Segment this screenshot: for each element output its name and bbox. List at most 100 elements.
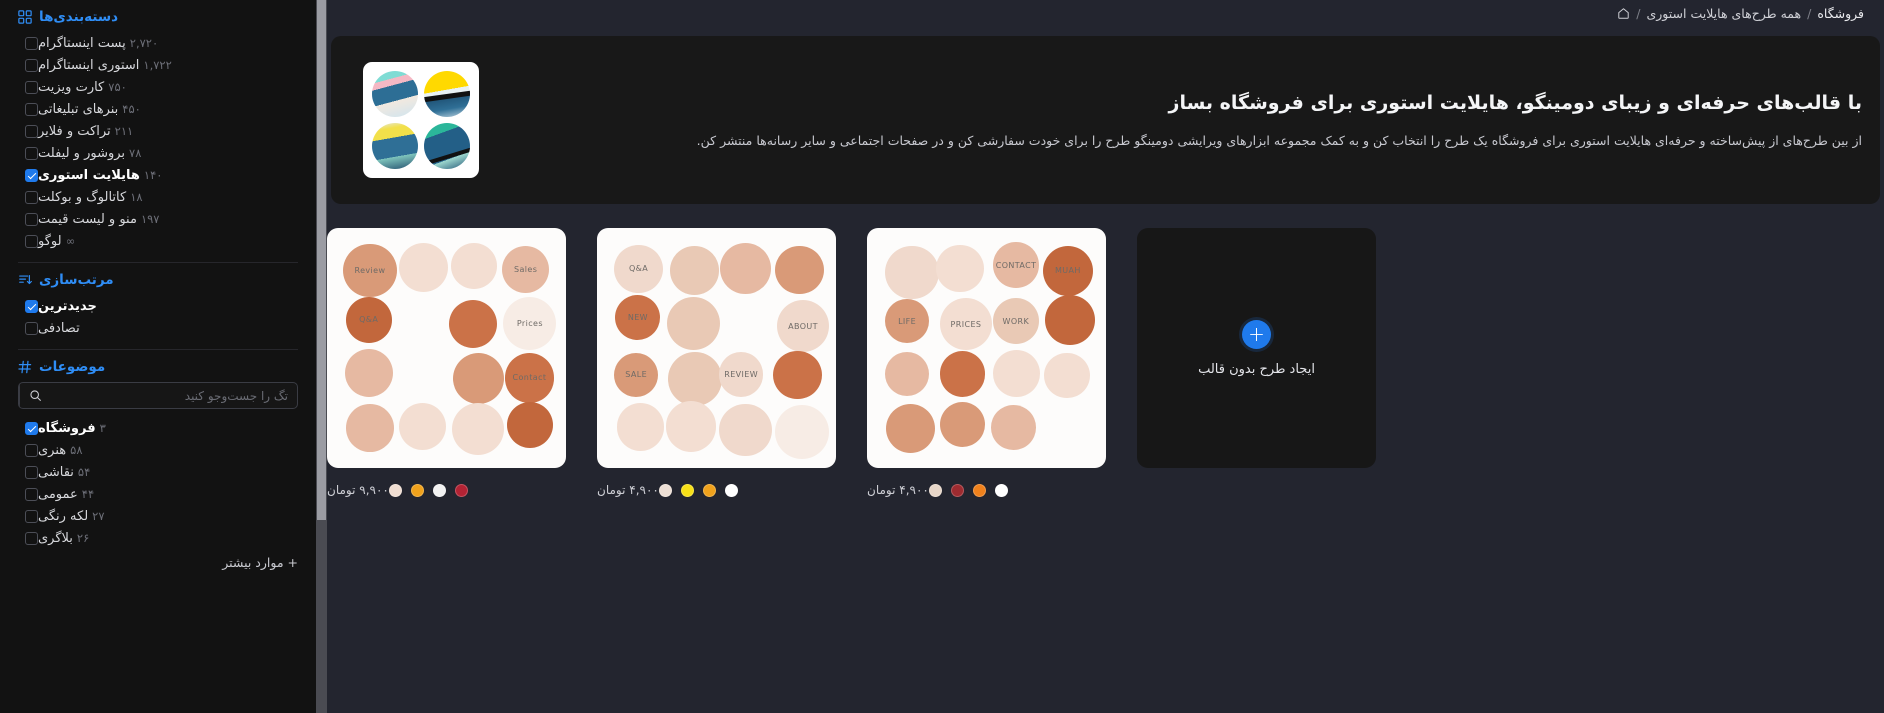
topic-count-3: ۴۴ — [81, 487, 95, 501]
topic-checkbox-3[interactable] — [25, 487, 38, 501]
template-card-3-swatch-1[interactable] — [950, 483, 964, 497]
artwork-circle-label: SALE — [625, 370, 648, 380]
category-checkbox-7[interactable] — [25, 190, 38, 204]
topic-checkbox-5[interactable] — [25, 531, 38, 545]
topic-checkbox-1[interactable] — [25, 443, 38, 457]
topic-count-5: ۲۶ — [76, 531, 90, 545]
artwork-circle: NEW — [615, 295, 661, 341]
topic-checkbox-2[interactable] — [25, 465, 38, 479]
template-card-3-color-swatches — [928, 483, 1008, 497]
template-card-2-thumbnail[interactable]: Q&A NEW ABOUT SALE REVIEW — [597, 228, 836, 468]
artwork-circle — [453, 352, 505, 404]
topic-option-1[interactable]: هنری ۵۸ — [18, 439, 298, 461]
page-scrollbar[interactable] — [316, 0, 327, 713]
category-count-6: ۱۴۰ — [143, 168, 163, 182]
template-card-1-swatch-2[interactable] — [432, 483, 446, 497]
category-count-8: ۱۹۷ — [140, 212, 160, 226]
sorting-checkbox-1[interactable] — [25, 321, 38, 335]
template-card-3-thumbnail[interactable]: CONTACT MUAH LIFE PRICES WORK — [867, 228, 1106, 468]
topic-option-0[interactable]: فروشگاه ۳ — [18, 417, 298, 439]
show-more-tags-link[interactable]: + موارد بیشتر — [18, 555, 298, 570]
category-option-9[interactable]: لوگو ∞ — [18, 230, 298, 252]
breadcrumb-sep-2: / — [1807, 5, 1812, 21]
artwork-circle-label: NEW — [627, 313, 648, 323]
template-card-3[interactable]: CONTACT MUAH LIFE PRICES WORK ۴,۹۰۰ تومان — [867, 228, 1106, 499]
artwork-circle — [399, 243, 449, 293]
artwork-circle-label: Q&A — [628, 264, 649, 274]
topic-label-1: هنری — [38, 442, 67, 458]
category-option-3[interactable]: بنرهای تبلیغاتی ۴۵۰ — [18, 98, 298, 120]
tag-search-input[interactable] — [51, 383, 297, 408]
page-scrollbar-thumb[interactable] — [317, 0, 326, 520]
sorting-checkbox-0[interactable] — [25, 299, 38, 313]
template-card-1-swatch-1[interactable] — [410, 483, 424, 497]
category-checkbox-4[interactable] — [25, 124, 38, 138]
new-design-card[interactable]: + ایجاد طرح بدون قالب — [1137, 228, 1376, 468]
template-card-1-swatch-3[interactable] — [454, 483, 468, 497]
topic-checkbox-0[interactable] — [25, 421, 38, 435]
hero-thumb-swatch-1 — [424, 71, 470, 117]
artwork-circle: REVIEW — [719, 352, 764, 397]
topic-option-5[interactable]: بلاگری ۲۶ — [18, 527, 298, 549]
category-option-7[interactable]: کاتالوگ و بوکلت ۱۸ — [18, 186, 298, 208]
artwork-circle — [666, 296, 721, 351]
category-checkbox-1[interactable] — [25, 58, 38, 72]
tag-search-box[interactable] — [18, 382, 298, 409]
template-card-2-color-swatches — [658, 483, 738, 497]
topics-list: فروشگاه ۳ هنری ۵۸ نقاشی ۵۴ عمومی ۴۴ لکه رنگی ۲۷ بل… — [18, 417, 298, 549]
category-option-8[interactable]: منو و لیست قیمت ۱۹۷ — [18, 208, 298, 230]
sorting-option-0[interactable]: جدیدترین — [18, 295, 298, 317]
template-card-3-swatch-3[interactable] — [994, 483, 1008, 497]
category-checkbox-9[interactable] — [25, 234, 38, 248]
artwork-circle-label: LIFE — [898, 316, 917, 326]
artwork-circle — [992, 350, 1040, 397]
artwork-circle-label: CONTACT — [995, 260, 1037, 270]
template-card-1-swatch-0[interactable] — [388, 483, 402, 497]
artwork-circle — [398, 402, 446, 451]
artwork-circle-label: Sales — [514, 265, 538, 275]
page-title: با قالب‌های حرفه‌ای و زیبای دومینگو، های… — [1168, 92, 1862, 115]
artwork-circle — [936, 244, 985, 293]
template-card-2-swatch-3[interactable] — [724, 483, 738, 497]
category-checkbox-6[interactable] — [25, 168, 38, 182]
category-option-1[interactable]: استوری اینستاگرام ۱,۷۲۲ — [18, 54, 298, 76]
template-card-2-swatch-1[interactable] — [680, 483, 694, 497]
category-option-5[interactable]: بروشور و لیفلت ۷۸ — [18, 142, 298, 164]
artwork-circle-label: Q&A — [359, 315, 379, 325]
template-card-3-swatch-0[interactable] — [928, 483, 942, 497]
template-card-3-swatch-2[interactable] — [972, 483, 986, 497]
template-card-2-swatch-2[interactable] — [702, 483, 716, 497]
hero-text: با قالب‌های حرفه‌ای و زیبای دومینگو، های… — [479, 89, 1862, 151]
template-card-2-swatch-0[interactable] — [658, 483, 672, 497]
category-count-7: ۱۸ — [130, 190, 143, 204]
topic-option-3[interactable]: عمومی ۴۴ — [18, 483, 298, 505]
home-icon[interactable] — [1617, 7, 1630, 20]
topic-option-4[interactable]: لکه رنگی ۲۷ — [18, 505, 298, 527]
category-checkbox-8[interactable] — [25, 212, 38, 226]
category-checkbox-0[interactable] — [25, 36, 38, 50]
sorting-option-1[interactable]: تصادفی — [18, 317, 298, 339]
breadcrumb-item-all-highlights[interactable]: همه طرح‌های هایلایت استوری — [1646, 6, 1801, 21]
topic-count-0: ۳ — [99, 421, 106, 435]
topic-checkbox-4[interactable] — [25, 509, 38, 523]
artwork-circle — [616, 403, 664, 451]
category-checkbox-5[interactable] — [25, 146, 38, 160]
category-count-0: ۲,۷۲۰ — [129, 36, 159, 50]
search-icon[interactable] — [19, 383, 51, 408]
categories-header: دسته‌بندی‌ها — [18, 9, 298, 25]
topic-option-2[interactable]: نقاشی ۵۴ — [18, 461, 298, 483]
breadcrumb-item-shop[interactable]: فروشگاه — [1817, 6, 1864, 21]
category-option-2[interactable]: کارت ویزیت ۷۵۰ — [18, 76, 298, 98]
category-option-0[interactable]: پست اینستاگرام ۲,۷۲۰ — [18, 32, 298, 54]
category-option-4[interactable]: تراکت و فلایر ۲۱۱ — [18, 120, 298, 142]
artwork-circle: Prices — [503, 296, 557, 350]
artwork-circle — [886, 403, 936, 453]
category-checkbox-3[interactable] — [25, 102, 38, 116]
template-card-1-thumbnail[interactable]: Review Sales Q&A Prices Contact — [327, 228, 566, 468]
category-option-6[interactable]: هایلایت استوری ۱۴۰ — [18, 164, 298, 186]
plus-circle-icon[interactable]: + — [1242, 319, 1271, 349]
category-checkbox-2[interactable] — [25, 80, 38, 94]
template-card-1[interactable]: Review Sales Q&A Prices Contact ۹,۹۰۰ تومان — [327, 228, 566, 499]
artwork-circle: CONTACT — [993, 242, 1039, 288]
template-card-2[interactable]: Q&A NEW ABOUT SALE REVIEW ۴,۹۰۰ تومان — [597, 228, 836, 499]
